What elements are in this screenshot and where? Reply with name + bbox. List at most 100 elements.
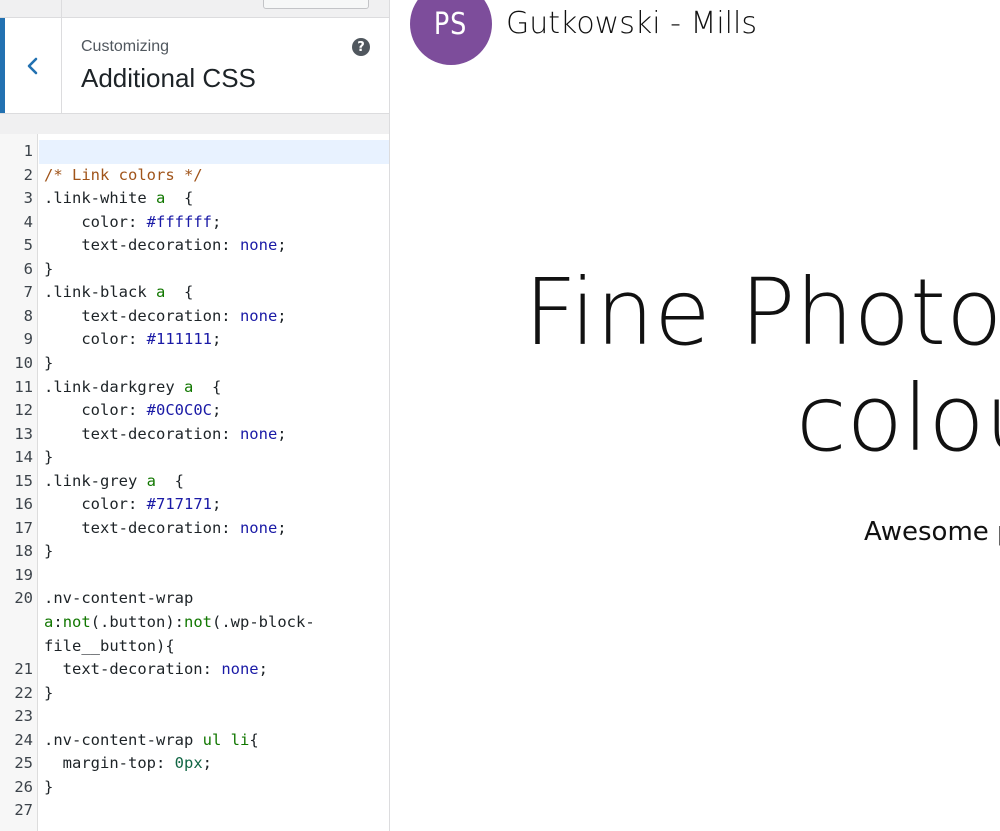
css-code-editor[interactable]: 1 2/* Link colors */3 .link-white a {4 col… xyxy=(0,134,389,831)
code-text[interactable]: .link-black a { xyxy=(44,281,193,305)
code-text[interactable]: } xyxy=(44,258,53,282)
line-number: 17 xyxy=(14,518,33,537)
line-number: 18 xyxy=(14,542,33,561)
site-title[interactable]: Gutkowski - Mills xyxy=(506,6,757,41)
code-text[interactable]: } xyxy=(44,682,53,706)
code-line[interactable]: 27 xyxy=(0,799,389,823)
line-number: 2 xyxy=(23,165,33,184)
code-text[interactable]: color: #717171; xyxy=(44,493,221,517)
code-line[interactable]: 9 color: #111111; xyxy=(0,328,389,352)
section-header: Customizing Additional CSS ? xyxy=(0,18,389,114)
breadcrumb: Customizing xyxy=(81,38,170,55)
line-number: 5 xyxy=(23,236,33,255)
code-line[interactable]: 14} xyxy=(0,446,389,470)
code-line[interactable]: 8 text-decoration: none; xyxy=(0,305,389,329)
code-text[interactable]: } xyxy=(44,540,53,564)
line-number: 12 xyxy=(14,401,33,420)
code-text[interactable]: text-decoration: none; xyxy=(44,234,286,258)
code-line[interactable]: 7 .link-black a { xyxy=(0,281,389,305)
code-line[interactable]: 2 /* Link colors */ xyxy=(0,164,389,188)
code-line[interactable]: 17 text-decoration: none; xyxy=(0,517,389,541)
code-line[interactable]: 21 text-decoration: none; xyxy=(0,658,389,682)
code-text[interactable]: text-decoration: none; xyxy=(44,305,286,329)
code-line[interactable]: 19 xyxy=(0,564,389,588)
line-number: 4 xyxy=(23,212,33,231)
hero-heading-line-1: Fine Photo P xyxy=(524,259,1000,366)
hero-subtitle: Awesome p xyxy=(864,517,1000,547)
code-text[interactable]: } xyxy=(44,352,53,376)
line-number: 27 xyxy=(14,801,33,820)
line-number: 20 xyxy=(14,589,33,608)
customizer-sidebar: Customizing Additional CSS ? 1 2/* Link c… xyxy=(0,0,390,831)
line-number: 14 xyxy=(14,448,33,467)
code-line[interactable]: 23 xyxy=(0,705,389,729)
line-number: 1 xyxy=(23,142,33,160)
chevron-left-icon xyxy=(27,57,38,74)
publish-button[interactable] xyxy=(263,0,369,9)
hero-heading-line-2: colou xyxy=(796,365,1000,472)
code-line[interactable]: 20 .nv-content-wrap xyxy=(0,587,389,611)
code-line[interactable]: 26} xyxy=(0,776,389,800)
code-line[interactable]: 25 margin-top: 0px; xyxy=(0,752,389,776)
code-line[interactable]: 3 .link-white a { xyxy=(0,187,389,211)
customizer-top-bar xyxy=(0,0,389,18)
code-text[interactable]: .link-white a { xyxy=(44,187,193,211)
code-line[interactable]: 1 xyxy=(0,140,389,164)
code-line[interactable]: 4 color: #ffffff; xyxy=(0,211,389,235)
logo-initials: PS xyxy=(434,6,468,42)
code-line[interactable]: 10} xyxy=(0,352,389,376)
code-text[interactable]: /* Link colors */ xyxy=(44,164,203,188)
line-number: 7 xyxy=(23,283,33,302)
line-number: 16 xyxy=(14,495,33,514)
code-line[interactable]: 22} xyxy=(0,682,389,706)
top-bar-divider xyxy=(61,0,62,18)
code-text[interactable]: .link-grey a { xyxy=(44,470,184,494)
line-number: 3 xyxy=(23,189,33,208)
hero-heading: Fine Photo P colou xyxy=(524,260,1000,472)
code-text[interactable]: } xyxy=(44,776,53,800)
line-number: 19 xyxy=(14,565,33,584)
line-number: 21 xyxy=(14,660,33,679)
back-button[interactable] xyxy=(0,18,62,113)
line-number: 11 xyxy=(14,377,33,396)
code-line[interactable]: 24 .nv-content-wrap ul li{ xyxy=(0,729,389,753)
code-text[interactable]: a:not(.button):not(.wp-block- xyxy=(44,611,315,635)
line-number: 9 xyxy=(23,330,33,349)
code-text[interactable]: margin-top: 0px; xyxy=(44,752,212,776)
code-text[interactable]: } xyxy=(44,446,53,470)
page-title: Additional CSS xyxy=(81,63,256,93)
line-number: 13 xyxy=(14,424,33,443)
code-line[interactable]: 11 .link-darkgrey a { xyxy=(0,376,389,400)
line-number: 22 xyxy=(14,683,33,702)
line-number: 10 xyxy=(14,353,33,372)
code-line[interactable]: a:not(.button):not(.wp-block- xyxy=(0,611,389,635)
code-line[interactable]: 16 color: #717171; xyxy=(0,493,389,517)
line-number: 26 xyxy=(14,777,33,796)
code-line[interactable]: 12 color: #0C0C0C; xyxy=(0,399,389,423)
line-number: 24 xyxy=(14,730,33,749)
code-text[interactable]: text-decoration: none; xyxy=(44,423,286,447)
line-number: 25 xyxy=(14,754,33,773)
help-button[interactable]: ? xyxy=(352,38,370,56)
code-line[interactable]: 6} xyxy=(0,258,389,282)
code-text[interactable]: text-decoration: none; xyxy=(44,517,286,541)
code-text[interactable]: .nv-content-wrap xyxy=(44,587,193,611)
code-text[interactable]: text-decoration: none; xyxy=(44,658,268,682)
code-text[interactable]: color: #ffffff; xyxy=(44,211,221,235)
site-logo[interactable]: PS xyxy=(410,0,492,65)
code-line[interactable]: 5 text-decoration: none; xyxy=(0,234,389,258)
code-text[interactable]: color: #0C0C0C; xyxy=(44,399,221,423)
line-number: 15 xyxy=(14,471,33,490)
site-preview[interactable]: PS Gutkowski - Mills Fine Photo P colou … xyxy=(390,0,1000,831)
code-text[interactable]: .link-darkgrey a { xyxy=(44,376,221,400)
code-line[interactable]: 18} xyxy=(0,540,389,564)
code-text[interactable]: file__button){ xyxy=(44,635,175,659)
code-line[interactable]: file__button){ xyxy=(0,635,389,659)
code-text[interactable]: .nv-content-wrap ul li{ xyxy=(44,729,259,753)
code-line[interactable]: 13 text-decoration: none; xyxy=(0,423,389,447)
code-line[interactable]: 15 .link-grey a { xyxy=(0,470,389,494)
code-text[interactable]: color: #111111; xyxy=(44,328,221,352)
help-icon: ? xyxy=(357,39,365,55)
line-number: 8 xyxy=(23,306,33,325)
line-number: 23 xyxy=(14,707,33,726)
